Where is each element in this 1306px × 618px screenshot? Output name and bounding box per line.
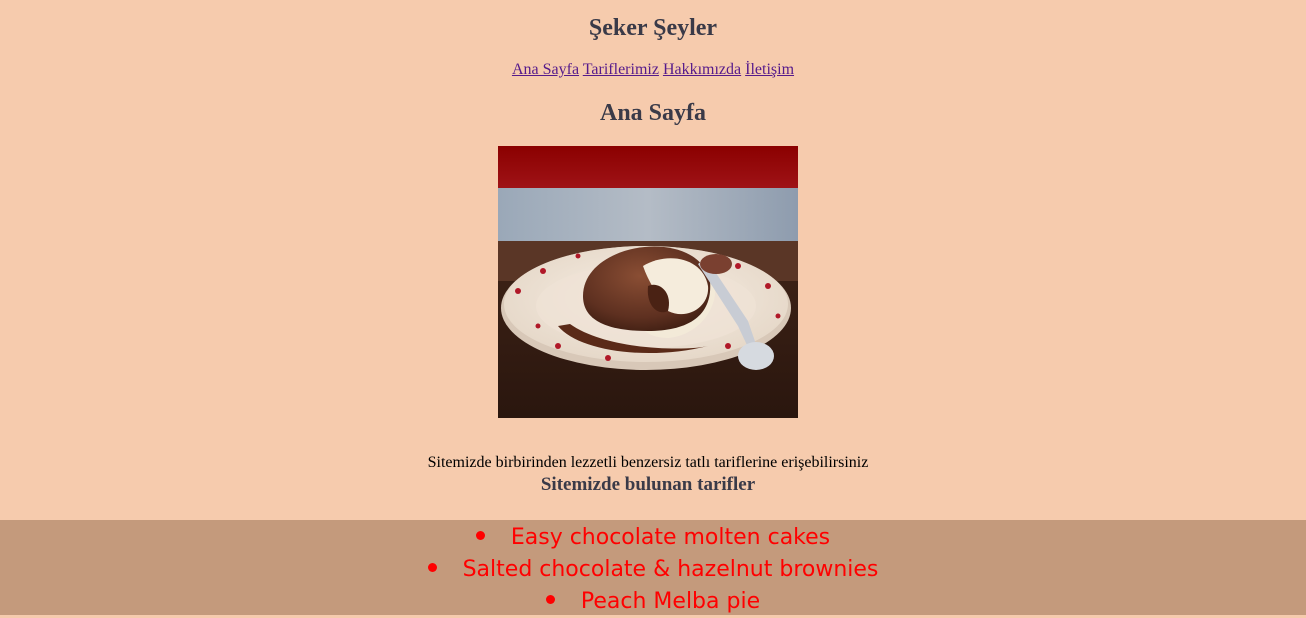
list-item: Peach Melba pie [0,586,1306,618]
nav-link-ana-sayfa[interactable]: Ana Sayfa [512,61,579,78]
list-item: Salted chocolate & hazelnut brownies [0,554,1306,586]
hero-image-molten-cake [498,146,798,418]
site-title: Şeker Şeyler [588,15,718,41]
recipe-list: Easy chocolate molten cakes Salted choco… [0,520,1306,618]
list-item: Easy chocolate molten cakes [0,522,1306,554]
bullet-icon [475,530,485,540]
recipe-name: Easy chocolate molten cakes [510,525,831,550]
bullet-icon [545,594,555,604]
nav-link-tariflerimiz[interactable]: Tariflerimiz [583,61,659,78]
recipes-heading: Sitemizde bulunan tarifler [540,474,756,495]
recipe-name: Peach Melba pie [580,589,761,614]
main-nav: Ana Sayfa Tariflerimiz Hakkımızda İletiş… [0,60,1306,80]
recipe-list-section: Easy chocolate molten cakes Salted choco… [0,520,1306,615]
nav-link-hakkimizda[interactable]: Hakkımızda [663,61,741,78]
intro-text: Sitemizde birbirinden lezzetli benzersiz… [427,454,869,471]
recipe-name: Salted chocolate & hazelnut brownies [462,557,879,582]
bullet-icon [427,562,437,572]
nav-link-iletisim[interactable]: İletişim [745,61,794,78]
page-heading: Ana Sayfa [599,100,707,126]
